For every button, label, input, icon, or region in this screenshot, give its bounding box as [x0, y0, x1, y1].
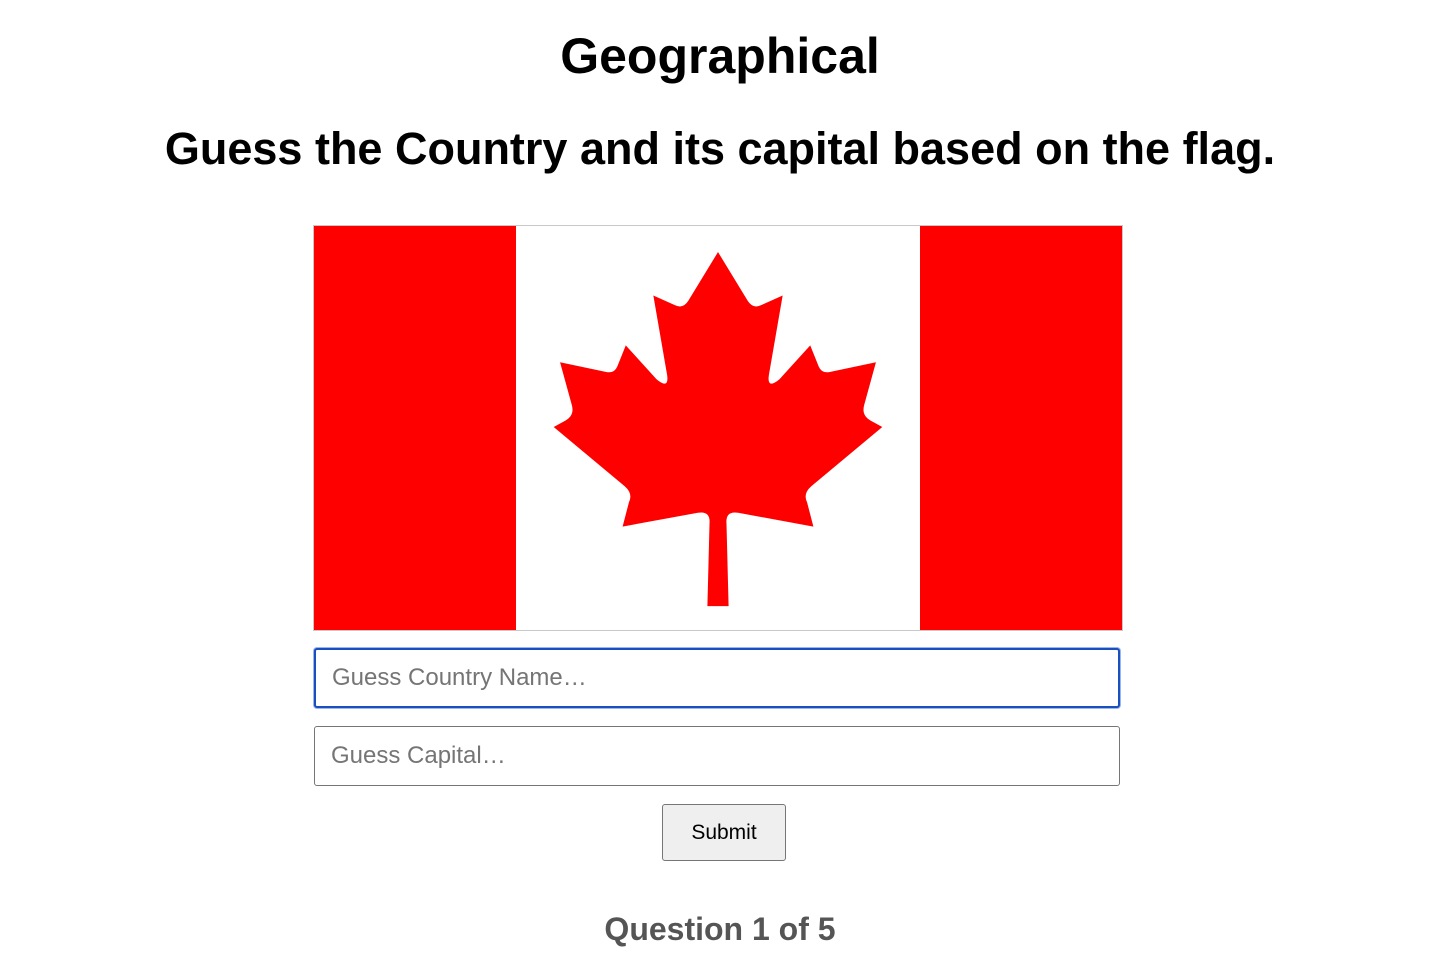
- submit-button[interactable]: Submit: [662, 804, 786, 861]
- flag-left-band: [314, 226, 516, 630]
- country-name-input[interactable]: [314, 648, 1120, 708]
- instructions-heading: Guess the Country and its capital based …: [164, 123, 1276, 174]
- canada-flag-icon: [314, 226, 1122, 630]
- flag-right-band: [920, 226, 1122, 630]
- capital-input[interactable]: [314, 726, 1120, 786]
- question-counter: Question 1 of 5: [604, 911, 836, 947]
- flag-image: [313, 225, 1123, 631]
- app-title: Geographical: [560, 28, 880, 84]
